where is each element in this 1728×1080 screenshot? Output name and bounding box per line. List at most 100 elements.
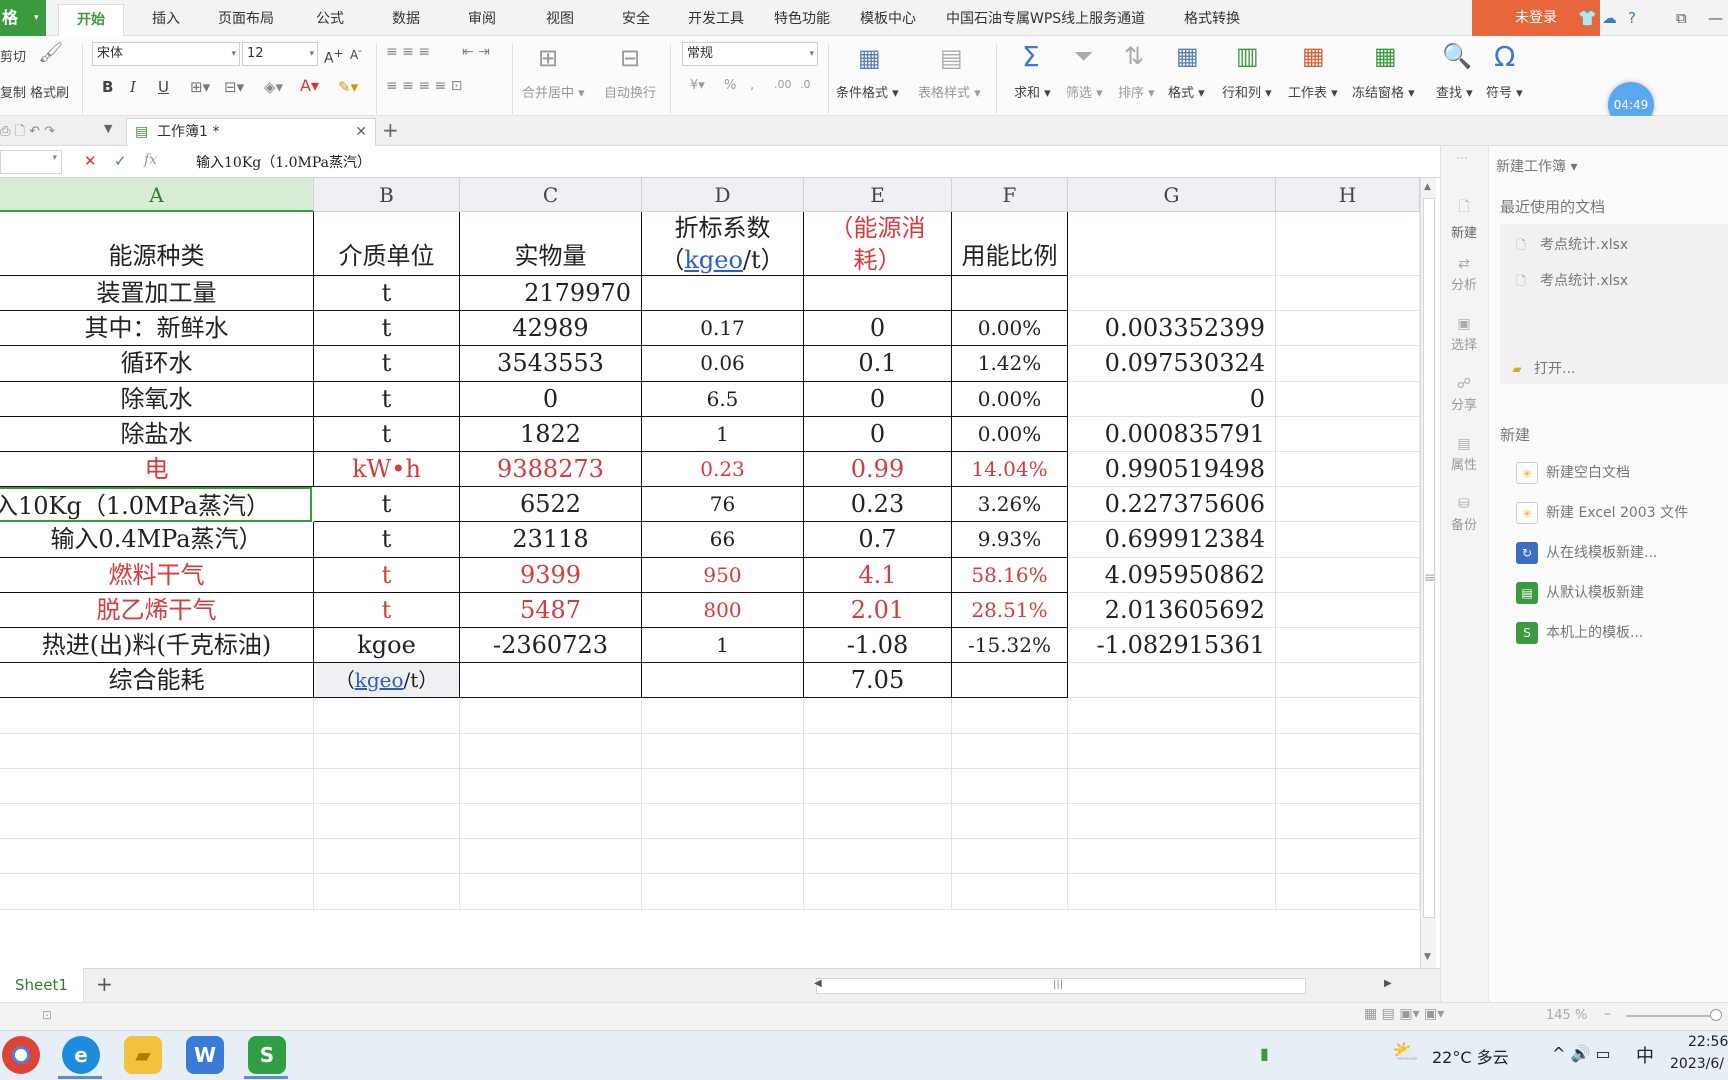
cell-empty[interactable] xyxy=(642,839,804,875)
cell-g-row[interactable]: 0.097530324 xyxy=(1068,346,1276,382)
wps-sheets-icon[interactable]: S xyxy=(248,1036,286,1074)
cell-b-row[interactable]: kW•h xyxy=(314,452,460,488)
fill-color-icon[interactable]: ◈▾ xyxy=(264,78,283,96)
formula-input[interactable]: 输入10Kg（1.0MPa蒸汽） xyxy=(196,152,371,172)
kgeo-link[interactable]: kgeo xyxy=(684,246,743,274)
cell-h-row[interactable] xyxy=(1276,592,1420,628)
wps-writer-icon[interactable]: W xyxy=(186,1036,224,1074)
cell-g-row[interactable] xyxy=(1068,276,1276,312)
name-box[interactable]: ▾ xyxy=(0,150,62,174)
folder-icon[interactable]: ▰ xyxy=(124,1036,162,1074)
horizontal-scrollbar[interactable]: ||| xyxy=(816,978,1306,994)
zoom-slider-handle[interactable] xyxy=(1710,1009,1722,1021)
border-icon[interactable]: ⊞▾ xyxy=(190,78,210,96)
cell-f-row[interactable]: 3.26% xyxy=(952,487,1068,523)
sort-button[interactable]: 排序 ▾ xyxy=(1118,82,1155,101)
tray-icons[interactable]: ^ 🔊 ▭ xyxy=(1552,1044,1611,1063)
cell-header-g[interactable] xyxy=(1068,212,1276,276)
indent-icon[interactable]: ⇤ ⇥ xyxy=(462,44,490,60)
cell-d-row[interactable]: 800 xyxy=(642,592,804,628)
help-icon[interactable]: ? xyxy=(1628,9,1636,27)
cell-empty[interactable] xyxy=(1068,874,1276,910)
increase-decimal-icon[interactable]: .00 xyxy=(774,78,792,91)
cell-total-f[interactable] xyxy=(952,663,1068,699)
cell-e-row[interactable]: 0.23 xyxy=(804,487,952,523)
cell-empty[interactable] xyxy=(314,698,460,734)
cell-b-row[interactable]: t xyxy=(314,416,460,452)
cell-empty[interactable] xyxy=(460,874,642,910)
default-template-item[interactable]: ▤ 从默认模板新建 xyxy=(1516,582,1644,604)
cell-e-row[interactable]: 0 xyxy=(804,311,952,347)
conditional-format-button[interactable]: 条件格式 ▾ xyxy=(836,82,899,101)
zoom-out-icon[interactable]: – xyxy=(1604,1006,1611,1022)
macro-icon[interactable]: ⊡ xyxy=(42,1008,52,1022)
app-menu-button[interactable]: 格 ▾ xyxy=(0,0,46,36)
scroll-thumb[interactable] xyxy=(1423,198,1435,918)
cell-e-row[interactable]: -1.08 xyxy=(804,628,952,664)
cancel-icon[interactable]: ✕ xyxy=(84,152,97,170)
cell-empty[interactable] xyxy=(952,804,1068,840)
cell-a-row[interactable]: 脱乙烯干气 xyxy=(0,592,314,628)
cell-h-row[interactable] xyxy=(1276,628,1420,664)
cell-d-row[interactable]: 950 xyxy=(642,557,804,593)
confirm-icon[interactable]: ✓ xyxy=(114,152,127,170)
cell-total-a[interactable]: 综合能耗 xyxy=(0,663,314,699)
cell-empty[interactable] xyxy=(804,733,952,769)
panel-splitter-icon[interactable]: ≡ xyxy=(1424,570,1436,586)
column-header-b[interactable]: B xyxy=(314,178,460,212)
cell-empty[interactable] xyxy=(642,698,804,734)
cell-total-e[interactable]: 7.05 xyxy=(804,663,952,699)
cell-b-row[interactable]: t xyxy=(314,311,460,347)
cell-c-row[interactable]: 2179970 xyxy=(460,276,642,312)
cell-c-row[interactable]: 9399 xyxy=(460,557,642,593)
cell-h-row[interactable] xyxy=(1276,381,1420,417)
italic-button[interactable]: I xyxy=(130,78,136,96)
freeze-panes-button[interactable]: 冻结窗格 ▾ xyxy=(1352,82,1415,101)
cell-h-row[interactable] xyxy=(1276,522,1420,558)
cell-a-row[interactable]: 除氧水 xyxy=(0,381,314,417)
cell-b-row[interactable]: kgoe xyxy=(314,628,460,664)
minimize-icon[interactable]: — xyxy=(1708,9,1723,27)
cell-empty[interactable] xyxy=(1276,768,1420,804)
document-tab[interactable]: ▤ 工作簿1 * ✕ xyxy=(126,118,376,146)
tab-formulas[interactable]: 公式 xyxy=(316,8,344,28)
scroll-left-icon[interactable]: ◀ xyxy=(814,978,822,989)
cell-e-row[interactable]: 0.1 xyxy=(804,346,952,382)
cell-d-row[interactable]: 0.06 xyxy=(642,346,804,382)
cell-empty[interactable] xyxy=(460,804,642,840)
spreadsheet-grid[interactable]: A B C D E F G H 能源种类 介质单位 实物量 折标系数 （kgeo… xyxy=(0,178,1420,968)
clock-date[interactable]: 2023/6/ xyxy=(1670,1056,1724,1072)
cell-empty[interactable] xyxy=(642,768,804,804)
cell-total-c[interactable] xyxy=(460,663,642,699)
restore-window-icon[interactable]: ⧉ xyxy=(1676,9,1687,27)
cell-empty[interactable] xyxy=(952,733,1068,769)
cell-empty[interactable] xyxy=(0,698,314,734)
cell-e-row[interactable]: 0 xyxy=(804,416,952,452)
cell-a-row[interactable]: 除盐水 xyxy=(0,416,314,452)
cell-empty[interactable] xyxy=(1068,698,1276,734)
cell-b-row[interactable]: t xyxy=(314,557,460,593)
cell-total-b[interactable]: （kgeo/t） xyxy=(314,663,460,699)
cell-d-row[interactable] xyxy=(642,276,804,312)
cell-empty[interactable] xyxy=(0,768,314,804)
cell-d-row[interactable]: 66 xyxy=(642,522,804,558)
cell-g-row[interactable]: 4.095950862 xyxy=(1068,557,1276,593)
cell-c-row[interactable]: 0 xyxy=(460,381,642,417)
cell-f-row[interactable]: -15.32% xyxy=(952,628,1068,664)
cell-a-row[interactable]: 输入0.4MPa蒸汽） xyxy=(0,522,314,558)
new-tab-button[interactable]: + xyxy=(382,118,399,142)
cell-b-row[interactable]: t xyxy=(314,381,460,417)
cell-f-row[interactable]: 58.16% xyxy=(952,557,1068,593)
cell-empty[interactable] xyxy=(460,733,642,769)
shirt-icon[interactable]: 👕 xyxy=(1578,9,1597,27)
cell-empty[interactable] xyxy=(314,804,460,840)
cell-g-row[interactable]: 0.003352399 xyxy=(1068,311,1276,347)
cell-g-row[interactable]: 0 xyxy=(1068,381,1276,417)
cell-b-row[interactable]: t xyxy=(314,276,460,312)
scroll-down-icon[interactable]: ▼ xyxy=(1424,952,1431,962)
battery-icon[interactable]: ▮ xyxy=(1260,1044,1269,1063)
cell-empty[interactable] xyxy=(952,839,1068,875)
cell-a-row[interactable]: 输入10Kg（1.0MPa蒸汽） xyxy=(0,487,312,523)
clear-icon[interactable]: ✎▾ xyxy=(338,78,358,96)
tab-insert[interactable]: 插入 xyxy=(152,8,180,28)
